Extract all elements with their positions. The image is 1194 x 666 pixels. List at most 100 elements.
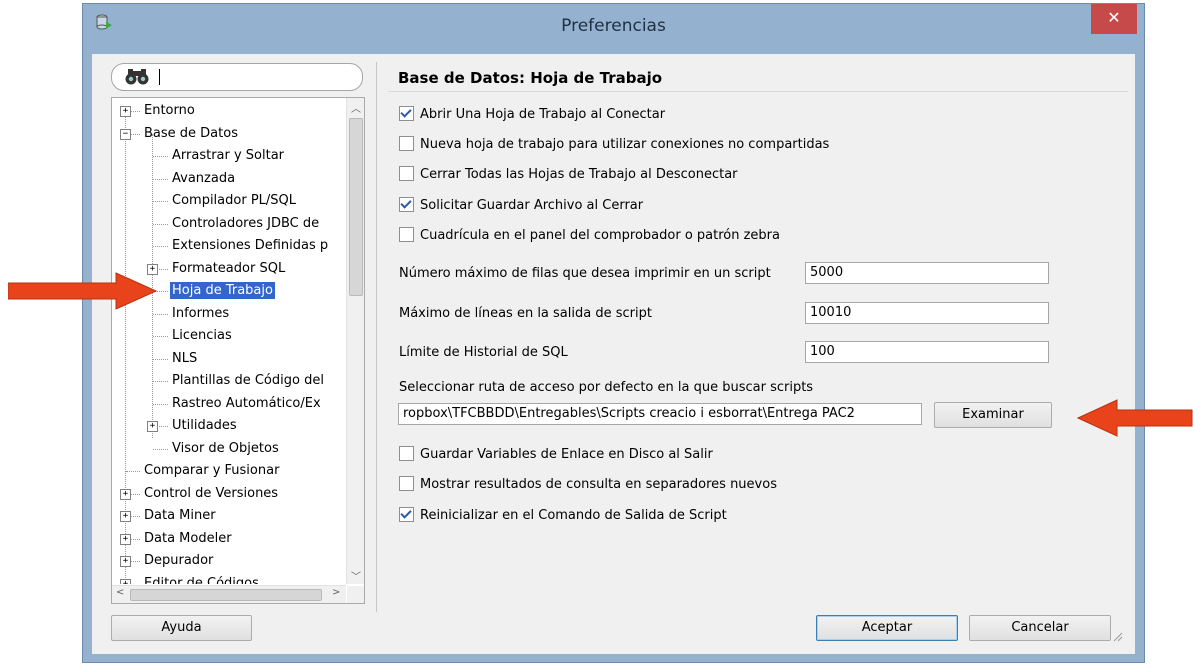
checkmark-icon[interactable] — [399, 106, 414, 121]
plus-expander-icon[interactable]: + — [120, 578, 131, 584]
script-path-label: Seleccionar ruta de acceso por defecto e… — [399, 380, 814, 395]
scroll-left-icon[interactable]: < — [116, 587, 124, 598]
tree-content: + Entorno − Base de Datos Arrastrar y Soltar… — [112, 98, 346, 584]
checkbox-save-bind-variables[interactable]: Guardar Variables de Enlace en Disco al … — [399, 445, 713, 465]
title-bar: Preferencias ✕ — [83, 4, 1144, 48]
checkbox[interactable] — [399, 476, 414, 491]
plus-expander-icon[interactable]: + — [120, 511, 131, 522]
script-path-input[interactable]: ropbox\TFCBBDD\Entregables\Scripts creac… — [398, 403, 922, 425]
tree-item[interactable]: Data Modeler — [142, 528, 234, 550]
tree-item[interactable]: Entorno — [142, 100, 197, 122]
tree-item[interactable]: Compilador PL/SQL — [170, 190, 298, 212]
tree-item[interactable]: Extensiones Definidas p — [170, 235, 330, 257]
vertical-scroll-thumb[interactable] — [349, 118, 363, 296]
tree-item-label: Formateador SQL — [172, 260, 286, 276]
tree-item-label: Editor de Códigos — [144, 575, 259, 585]
tree-item[interactable]: Arrastrar y Soltar — [170, 145, 286, 167]
window-title: Preferencias — [561, 16, 666, 36]
checkbox[interactable] — [399, 166, 414, 181]
minus-expander-icon[interactable]: − — [120, 128, 131, 140]
checkmark-icon[interactable] — [399, 507, 414, 522]
tree-connector — [153, 313, 168, 315]
red-arrow-icon — [1077, 399, 1193, 437]
tree-connector — [153, 358, 168, 360]
checkbox-open-worksheet-on-connect[interactable]: Abrir Una Hoja de Trabajo al Conectar — [399, 105, 665, 125]
tree-item[interactable]: Depurador — [142, 550, 215, 572]
tree-connector — [153, 246, 168, 247]
tree-item[interactable]: Avanzada — [170, 168, 237, 190]
tree-item[interactable]: Control de Versiones — [142, 483, 280, 505]
plus-expander-icon[interactable]: + — [120, 533, 131, 545]
tree-item[interactable]: Base de Datos — [142, 123, 240, 145]
max-rows-label: Número máximo de filas que desea imprimi… — [399, 266, 771, 281]
tree-item[interactable]: Rastreo Automático/Ex — [170, 393, 323, 415]
checkbox-reset-on-script-exit[interactable]: Reinicializar en el Comando de Salida de… — [399, 506, 727, 526]
checkmark-icon[interactable] — [399, 197, 414, 212]
plus-expander-icon[interactable]: + — [120, 488, 131, 500]
cancel-button[interactable]: Cancelar — [969, 615, 1111, 641]
tree-item-label: Comparar y Fusionar — [144, 463, 280, 478]
help-button[interactable]: Ayuda — [111, 615, 252, 641]
checkbox-grid-zebra[interactable]: Cuadrícula en el panel del comprobador o… — [399, 226, 780, 246]
search-input[interactable] — [156, 67, 352, 87]
tree-item[interactable]: Utilidades — [170, 415, 239, 437]
checkbox-close-all-on-disconnect[interactable]: Cerrar Todas las Hojas de Trabajo al Des… — [399, 165, 738, 185]
tree-item-label: Utilidades — [172, 418, 237, 433]
plus-expander-icon[interactable]: + — [120, 106, 131, 117]
horizontal-scroll-thumb[interactable] — [130, 589, 322, 601]
tree-item-label: Licencias — [172, 328, 232, 343]
tree-item[interactable]: Informes — [170, 303, 231, 325]
tree-item[interactable]: Editor de Códigos — [142, 573, 261, 585]
preferences-window: Preferencias ✕ + Entorno − Base de Datos… — [83, 4, 1144, 662]
search-box — [111, 63, 363, 91]
tree-item[interactable]: Hoja de Trabajo — [170, 280, 275, 302]
tree-item[interactable]: NLS — [170, 348, 199, 370]
tree-item[interactable]: Data Miner — [142, 505, 218, 527]
tree-item[interactable]: Visor de Objetos — [170, 438, 281, 460]
red-arrow-icon — [8, 272, 158, 310]
checkbox-label: Nueva hoja de trabajo para utilizar cone… — [420, 137, 830, 152]
tree-item[interactable]: Licencias — [170, 325, 234, 347]
tree-vertical-scrollbar[interactable]: ︿ ﹀ — [346, 98, 364, 584]
checkbox[interactable] — [399, 446, 414, 461]
checkbox-label: Reinicializar en el Comando de Salida de… — [420, 508, 727, 523]
title-separator — [388, 91, 1128, 92]
checkbox-label: Solicitar Guardar Archivo al Cerrar — [420, 198, 644, 213]
checkbox-results-new-tabs[interactable]: Mostrar resultados de consulta en separa… — [399, 475, 777, 495]
browse-button[interactable]: Examinar — [934, 402, 1052, 428]
tree-horizontal-scrollbar[interactable]: < > — [112, 585, 346, 603]
tree-item-label: Rastreo Automático/Ex — [172, 395, 321, 411]
tree-item[interactable]: Plantillas de Código del — [170, 370, 326, 392]
plus-expander-icon[interactable]: + — [120, 556, 131, 567]
history-limit-label: Límite de Historial de SQL — [399, 345, 568, 360]
checkbox[interactable] — [399, 227, 414, 242]
tree-item-label: Informes — [172, 305, 230, 321]
checkbox-prompt-save-on-close[interactable]: Solicitar Guardar Archivo al Cerrar — [399, 196, 643, 216]
checkbox-new-worksheet-unshared[interactable]: Nueva hoja de trabajo para utilizar cone… — [399, 135, 829, 155]
history-limit-input[interactable]: 100 — [805, 341, 1049, 363]
tree-item-label: Base de Datos — [144, 125, 238, 141]
tree-item[interactable]: Formateador SQL — [170, 258, 287, 280]
resize-grip-icon[interactable] — [1111, 630, 1123, 642]
max-lines-input[interactable]: 10010 — [805, 302, 1049, 324]
max-rows-input[interactable]: 5000 — [805, 262, 1049, 284]
close-button[interactable]: ✕ — [1091, 4, 1137, 34]
tree-connector — [153, 448, 168, 450]
checkbox-label: Mostrar resultados de consulta en separa… — [420, 477, 777, 492]
scroll-up-icon[interactable]: ︿ — [351, 100, 361, 115]
tree-connector — [153, 201, 168, 202]
plus-expander-icon[interactable]: + — [147, 421, 158, 432]
tree-connector — [153, 403, 168, 405]
close-icon: ✕ — [1107, 8, 1121, 27]
scroll-right-icon[interactable]: > — [332, 587, 340, 598]
tree-item-label: Plantillas de Código del — [172, 373, 324, 388]
tree-item-label: Avanzada — [172, 170, 236, 186]
tree-item[interactable]: Comparar y Fusionar — [142, 460, 281, 482]
ok-button[interactable]: Aceptar — [816, 615, 958, 641]
tree-item[interactable]: Controladores JDBC de — [170, 213, 321, 235]
scroll-down-icon[interactable]: ﹀ — [351, 568, 361, 583]
checkbox[interactable] — [399, 136, 414, 151]
tree-connector — [153, 223, 168, 225]
tree-connector — [153, 336, 168, 337]
pane-divider[interactable] — [376, 62, 377, 612]
